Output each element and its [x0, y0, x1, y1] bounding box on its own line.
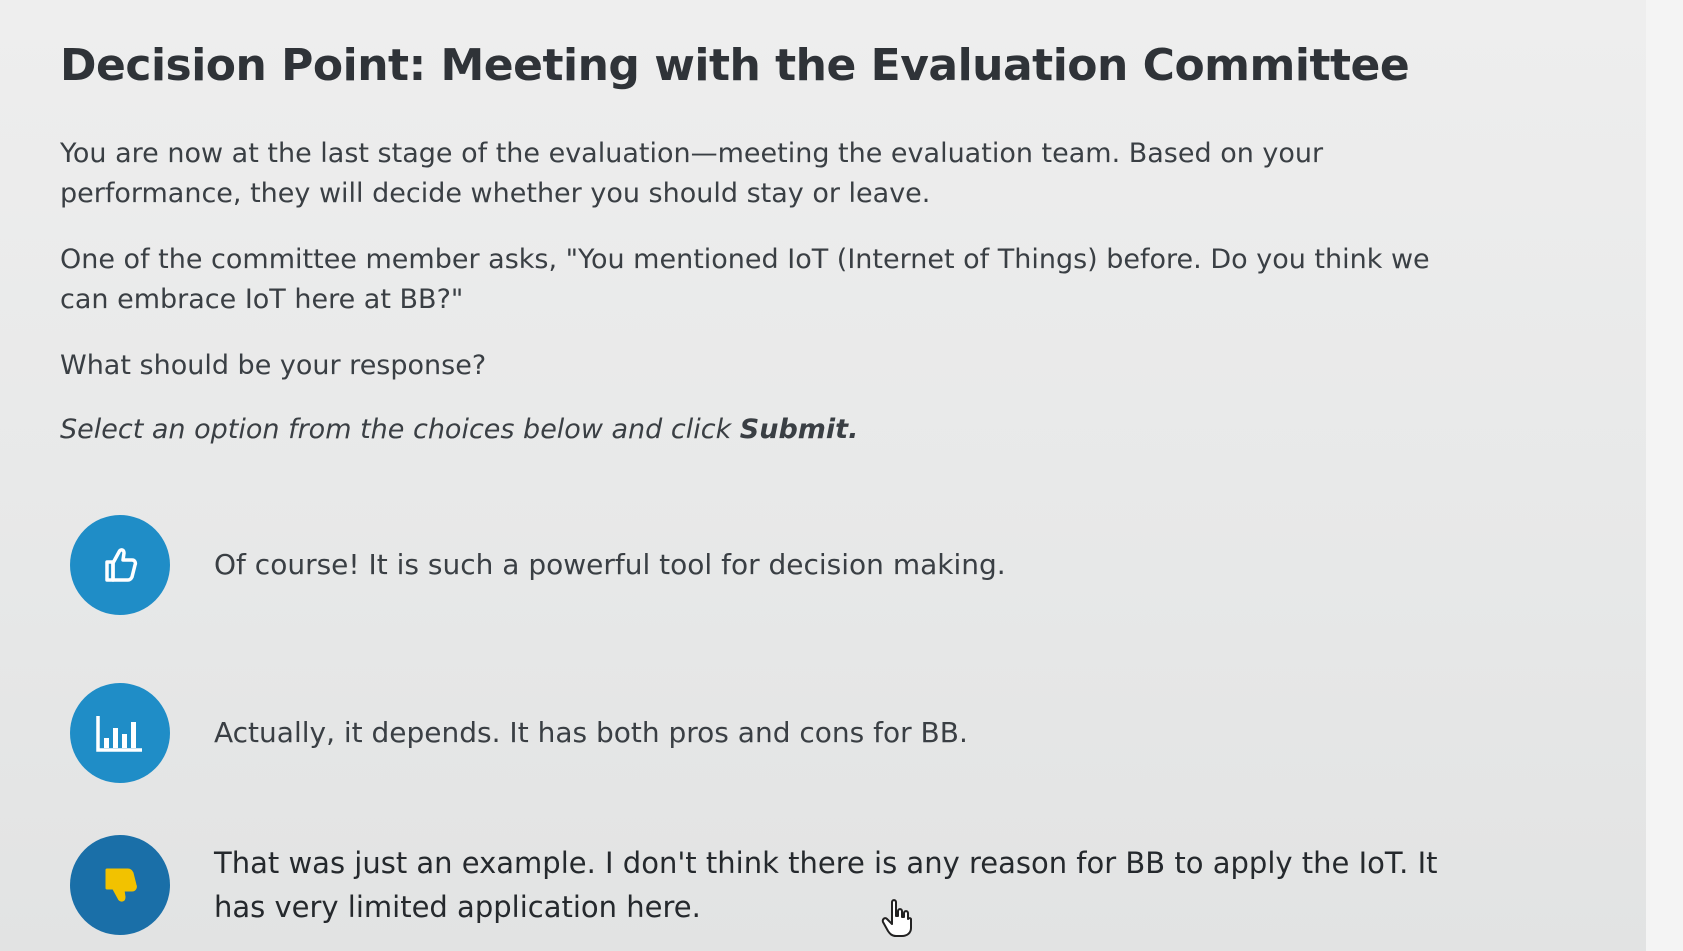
prompt-paragraph: What should be your response? — [60, 350, 487, 381]
choice-option-3[interactable]: That was just an example. I don't think … — [70, 835, 1470, 935]
question-paragraph: One of the committee member asks, "You m… — [60, 244, 1430, 315]
choice-text-1: Of course! It is such a powerful tool fo… — [214, 548, 1006, 581]
choice-list: Of course! It is such a powerful tool fo… — [70, 515, 1470, 935]
hand-pointer-cursor-icon — [881, 899, 912, 937]
thumbs-up-icon — [105, 548, 138, 582]
main-content: Decision Point: Meeting with the Evaluat… — [60, 36, 1480, 450]
instruction-submit-text: Submit. — [739, 414, 859, 445]
choice-icon-button-2[interactable] — [70, 683, 170, 783]
choice-option-1[interactable]: Of course! It is such a powerful tool fo… — [70, 515, 1470, 615]
right-edge-strip — [1646, 0, 1683, 951]
choice-option-2[interactable]: Actually, it depends. It has both pros a… — [70, 683, 1470, 783]
choice-text-2: Actually, it depends. It has both pros a… — [214, 716, 968, 749]
bar-chart-icon — [96, 716, 142, 752]
page-background: Decision Point: Meeting with the Evaluat… — [0, 0, 1647, 951]
intro-paragraph: You are now at the last stage of the eva… — [60, 138, 1324, 209]
choice-text-3: That was just an example. I don't think … — [214, 846, 1438, 924]
choice-icon-button-1[interactable] — [70, 515, 170, 615]
choice-icon-button-3[interactable] — [70, 835, 170, 935]
page-title: Decision Point: Meeting with the Evaluat… — [60, 40, 1410, 91]
instruction-text: Select an option from the choices below … — [60, 414, 740, 445]
instruction-paragraph: Select an option from the choices below … — [60, 410, 1480, 450]
thumbs-down-icon — [105, 868, 137, 902]
